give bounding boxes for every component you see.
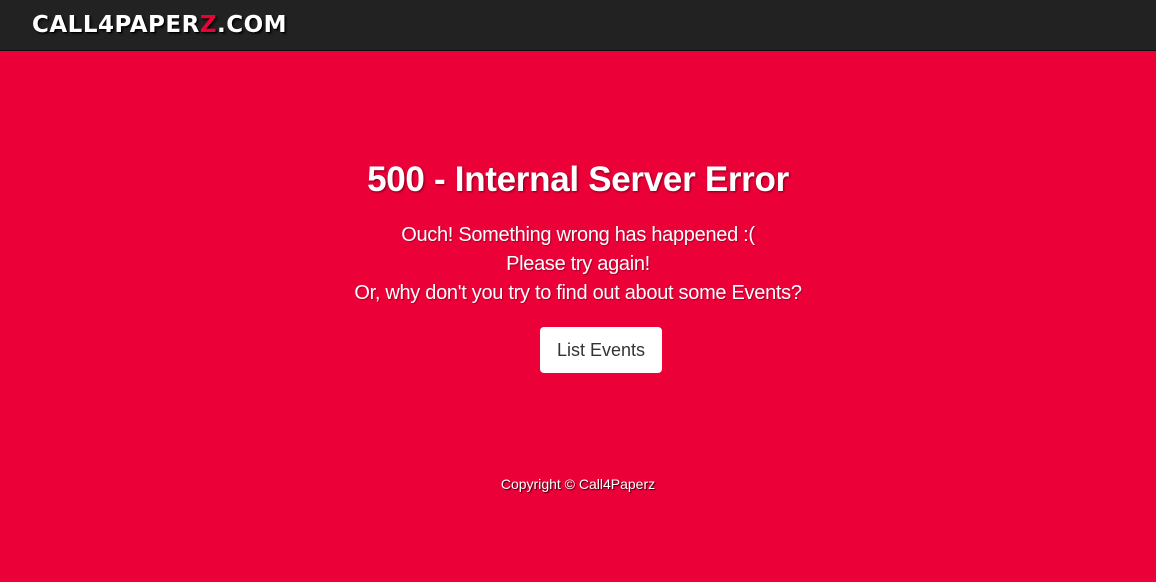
brand-text-prefix: CALL4PAPER	[32, 12, 200, 38]
error-message-line-2: Please try again!	[506, 253, 650, 275]
brand-text-suffix: .COM	[217, 12, 288, 38]
brand-logo-link[interactable]: CALL4PAPER Z .COM	[32, 11, 287, 39]
footer-copyright: Copyright © Call4Paperz	[500, 476, 656, 492]
list-events-button[interactable]: List Events	[540, 327, 662, 373]
error-message-line-3: Or, why don't you try to find out about …	[354, 282, 802, 304]
brand-text-accent: Z	[199, 12, 218, 38]
top-navbar: CALL4PAPER Z .COM	[0, 0, 1156, 51]
page-title: 500 - Internal Server Error	[367, 160, 789, 199]
error-message-line-1: Ouch! Something wrong has happened :(	[401, 224, 755, 246]
